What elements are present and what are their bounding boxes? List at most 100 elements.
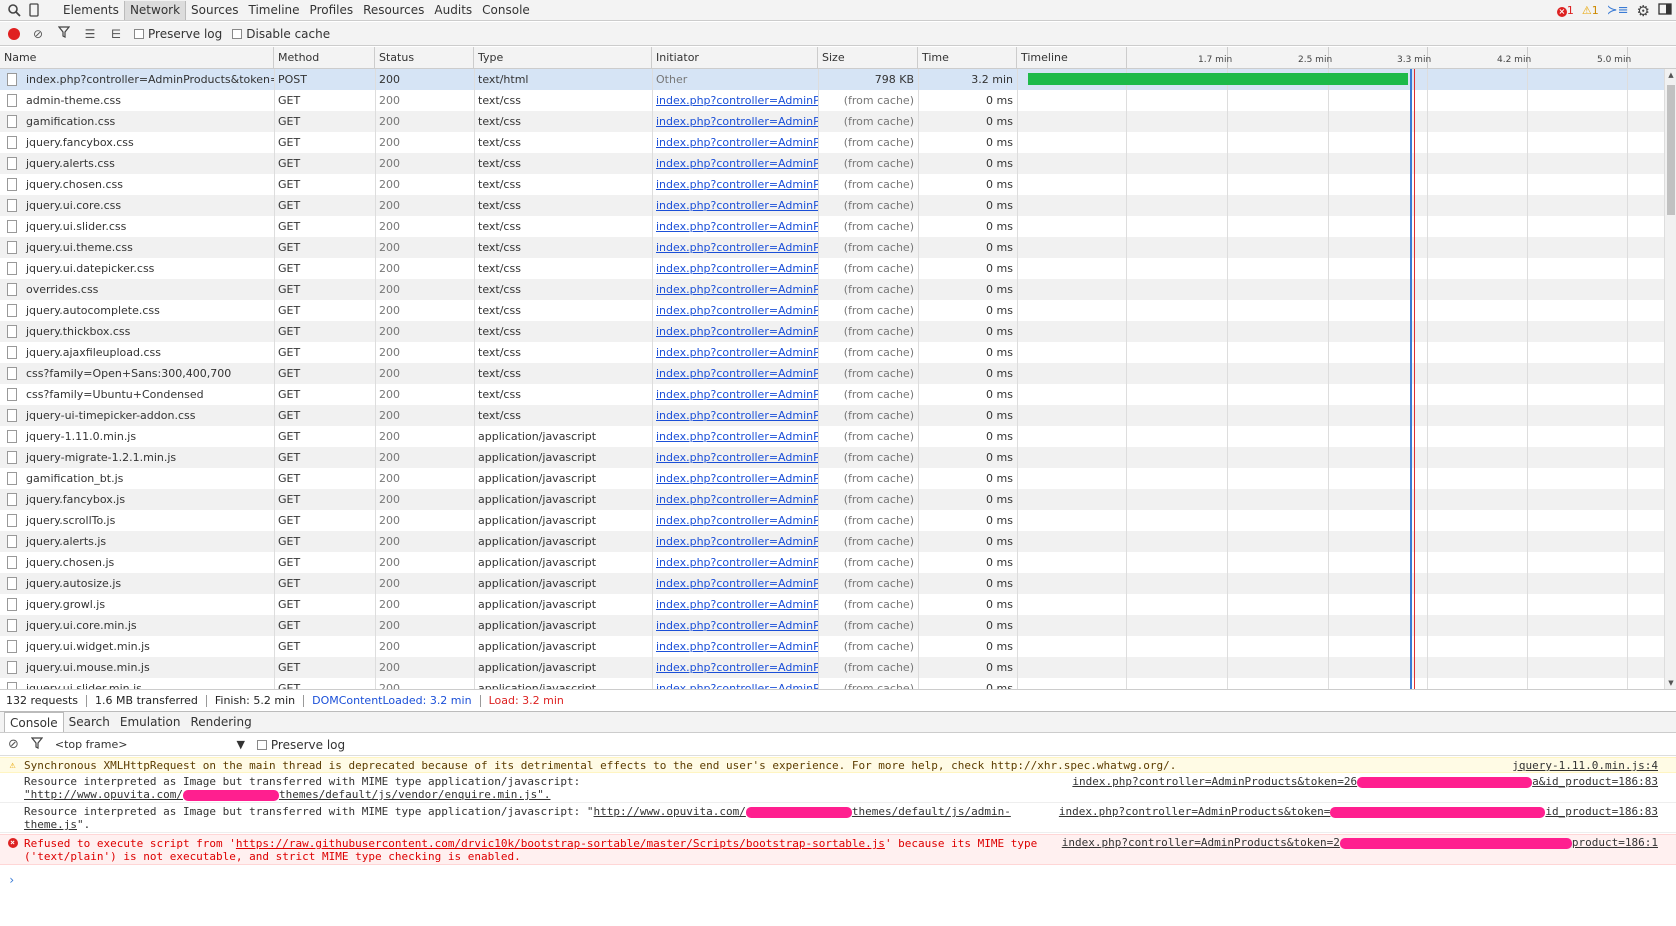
scroll-up-icon[interactable]: ▲ [1665,69,1676,81]
drawer-tab-rendering[interactable]: Rendering [185,712,256,732]
cell-initiator[interactable]: index.php?controller=AdminPr... [652,447,818,468]
cell-initiator[interactable]: index.php?controller=AdminPr... [652,657,818,678]
cell-initiator[interactable]: index.php?controller=AdminPr... [652,237,818,258]
initiator-link[interactable]: index.php?controller=AdminPr... [656,199,818,212]
cell-initiator[interactable]: index.php?controller=AdminPr... [652,132,818,153]
initiator-link[interactable]: index.php?controller=AdminPr... [656,493,818,506]
cell-initiator[interactable]: index.php?controller=AdminPr... [652,300,818,321]
initiator-link[interactable]: index.php?controller=AdminPr... [656,598,818,611]
drawer-tab-emulation[interactable]: Emulation [115,712,186,732]
cell-initiator[interactable]: index.php?controller=AdminPr... [652,615,818,636]
cell-initiator[interactable]: index.php?controller=AdminPr... [652,258,818,279]
initiator-link[interactable]: index.php?controller=AdminPr... [656,157,818,170]
scroll-down-icon[interactable]: ▼ [1665,677,1676,689]
initiator-link[interactable]: index.php?controller=AdminPr... [656,325,818,338]
tab-network[interactable]: Network [123,0,187,20]
initiator-link[interactable]: index.php?controller=AdminPr... [656,136,818,149]
cell-initiator[interactable]: index.php?controller=AdminPr... [652,195,818,216]
message-url-link[interactable]: https://raw.githubusercontent.com/drvic1… [236,837,885,850]
initiator-link[interactable]: index.php?controller=AdminPr... [656,535,818,548]
initiator-link[interactable]: index.php?controller=AdminPr... [656,388,818,401]
cell-initiator[interactable]: index.php?controller=AdminPr... [652,426,818,447]
cell-initiator[interactable]: index.php?controller=AdminPr... [652,153,818,174]
cell-initiator[interactable]: index.php?controller=AdminPr... [652,510,818,531]
initiator-link[interactable]: index.php?controller=AdminPr... [656,556,818,569]
column-method[interactable]: Method [274,47,375,69]
cell-initiator[interactable]: index.php?controller=AdminPr... [652,363,818,384]
device-mode-icon[interactable] [24,0,44,20]
column-type[interactable]: Type [474,47,652,69]
cell-initiator[interactable]: index.php?controller=AdminPr... [652,90,818,111]
message-url-link[interactable]: themes/default/js/admin- [852,805,1011,818]
cell-initiator[interactable]: index.php?controller=AdminPr... [652,468,818,489]
column-status[interactable]: Status [375,47,474,69]
initiator-link[interactable]: index.php?controller=AdminPr... [656,115,818,128]
waterfall-bar[interactable] [1028,73,1408,85]
gear-icon[interactable]: ⚙ [1637,2,1650,20]
initiator-link[interactable]: index.php?controller=AdminPr... [656,661,818,674]
initiator-link[interactable]: index.php?controller=AdminPr... [656,262,818,275]
message-url-link[interactable]: "http://www.opuvita.com/ [24,788,183,801]
dock-icon[interactable] [1658,3,1672,18]
initiator-link[interactable]: index.php?controller=AdminPr... [656,577,818,590]
initiator-link[interactable]: index.php?controller=AdminPr... [656,346,818,359]
initiator-link[interactable]: index.php?controller=AdminPr... [656,619,818,632]
tab-profiles[interactable]: Profiles [305,1,359,20]
checkbox-box[interactable] [256,739,267,750]
tab-resources[interactable]: Resources [358,1,429,20]
initiator-link[interactable]: index.php?controller=AdminPr... [656,640,818,653]
tab-elements[interactable]: Elements [58,1,124,20]
console-prompt[interactable]: › [8,873,15,887]
message-source-link[interactable]: jquery-1.11.0.min.js:4 [1512,759,1658,772]
cell-initiator[interactable]: index.php?controller=AdminPr... [652,531,818,552]
cell-initiator[interactable]: index.php?controller=AdminPr... [652,342,818,363]
cell-initiator[interactable]: index.php?controller=AdminPr... [652,321,818,342]
tab-sources[interactable]: Sources [186,1,243,20]
cell-initiator[interactable]: index.php?controller=AdminPr... [652,174,818,195]
cell-initiator[interactable]: index.php?controller=AdminPr... [652,594,818,615]
message-source-link[interactable]: index.php?controller=AdminProducts&token… [1072,775,1658,788]
cell-initiator[interactable]: index.php?controller=AdminPr... [652,405,818,426]
initiator-link[interactable]: index.php?controller=AdminPr... [656,682,818,689]
console-filter-icon[interactable] [30,737,44,752]
drawer-tab-search[interactable]: Search [64,712,115,732]
initiator-link[interactable]: index.php?controller=AdminPr... [656,472,818,485]
search-icon[interactable] [4,0,24,20]
tab-audits[interactable]: Audits [429,1,477,20]
disable-cache-checkbox[interactable]: Disable cache [232,27,330,41]
tab-console[interactable]: Console [477,1,535,20]
preserve-log-checkbox[interactable]: Preserve log [134,27,222,41]
column-name[interactable]: Name [0,47,274,69]
checkbox-box[interactable] [134,28,144,39]
message-url-link[interactable]: themes/default/js/vendor/enquire.min.js"… [279,788,551,801]
warning-counter[interactable]: ⚠1 [1582,4,1599,17]
initiator-link[interactable]: index.php?controller=AdminPr... [656,94,818,107]
request-table-scrollbar[interactable]: ▲ ▼ [1664,69,1676,689]
initiator-link[interactable]: index.php?controller=AdminPr... [656,430,818,443]
cell-initiator[interactable]: index.php?controller=AdminPr... [652,573,818,594]
cell-initiator[interactable]: index.php?controller=AdminPr... [652,489,818,510]
column-size[interactable]: Size [818,47,918,69]
initiator-link[interactable]: index.php?controller=AdminPr... [656,178,818,191]
column-time[interactable]: Time [918,47,1017,69]
record-icon[interactable] [8,27,20,40]
initiator-link[interactable]: index.php?controller=AdminPr... [656,409,818,422]
console-drawer-icon[interactable]: ≻≡ [1607,3,1629,18]
scrollbar-thumb[interactable] [1667,85,1675,215]
drawer-tab-console[interactable]: Console [4,712,64,732]
initiator-link[interactable]: index.php?controller=AdminPr... [656,304,818,317]
overview-icon[interactable]: ⋿ [108,27,124,41]
large-rows-icon[interactable]: ☰ [82,27,98,41]
cell-initiator[interactable]: index.php?controller=AdminPr... [652,279,818,300]
cell-initiator[interactable]: index.php?controller=AdminPr... [652,111,818,132]
cell-initiator[interactable]: index.php?controller=AdminPr... [652,216,818,237]
cell-initiator[interactable]: index.php?controller=AdminPr... [652,384,818,405]
cell-initiator[interactable]: index.php?controller=AdminPr... [652,552,818,573]
column-timeline[interactable]: Timeline [1017,47,1664,69]
initiator-link[interactable]: index.php?controller=AdminPr... [656,514,818,527]
clear-console-icon[interactable]: ⊘ [8,737,19,752]
initiator-link[interactable]: index.php?controller=AdminPr... [656,241,818,254]
filter-icon[interactable] [56,26,72,41]
clear-icon[interactable]: ⊘ [30,27,46,41]
console-preserve-log-checkbox[interactable]: Preserve log [256,738,345,752]
